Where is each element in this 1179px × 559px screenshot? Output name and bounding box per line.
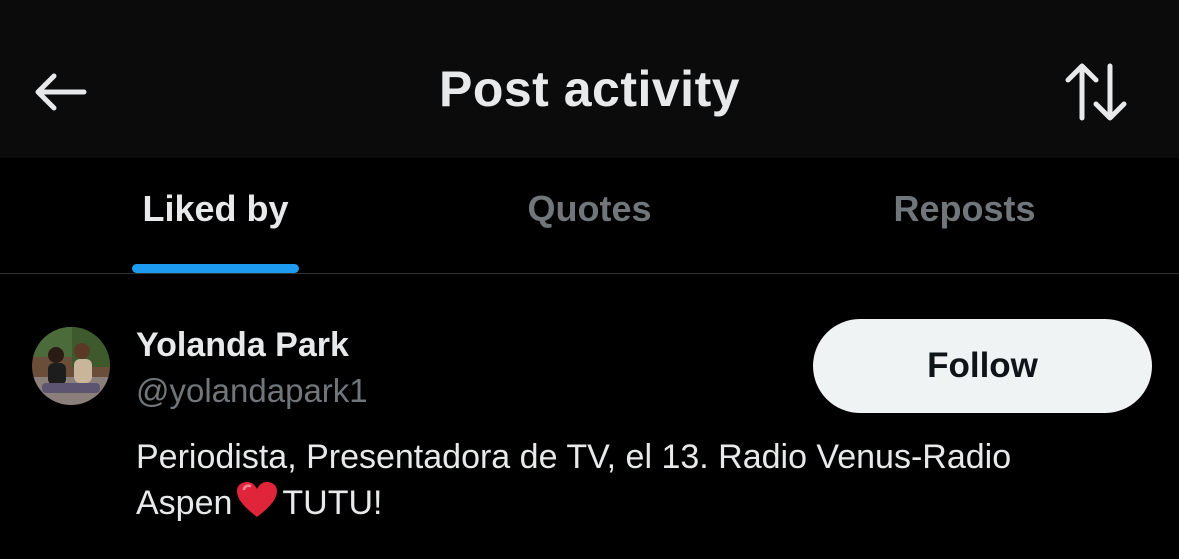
sort-button[interactable] [1058,58,1134,126]
tab-label: Liked by [142,188,289,229]
tab-reposts[interactable]: Reposts [768,158,1161,273]
bio-text: TUTU! [282,484,383,522]
top-bar: Post activity [0,0,1179,158]
bio-line-1: Periodista, Presentadora de TV, el 13. R… [136,438,1012,476]
user-list-item[interactable]: Yolanda Park @yolandapark1 Follow Period… [0,274,1179,559]
user-name[interactable]: Yolanda Park [136,326,349,365]
page-title: Post activity [438,61,741,117]
tab-label: Reposts [893,188,1036,229]
user-handle[interactable]: @yolandapark1 [136,372,368,410]
user-bio: Periodista, Presentadora de TV, el 13. R… [136,434,1126,531]
sort-arrows-icon [1065,63,1127,121]
follow-button[interactable]: Follow [813,319,1152,413]
bio-text: Aspen [136,484,233,522]
tab-quotes[interactable]: Quotes [393,158,786,273]
red-heart-icon [236,481,278,531]
active-tab-indicator [132,264,299,273]
tab-liked-by[interactable]: Liked by [19,158,412,273]
tab-label: Quotes [527,188,652,229]
avatar[interactable] [32,327,110,405]
tab-bar: Liked by Quotes Reposts [0,158,1179,274]
